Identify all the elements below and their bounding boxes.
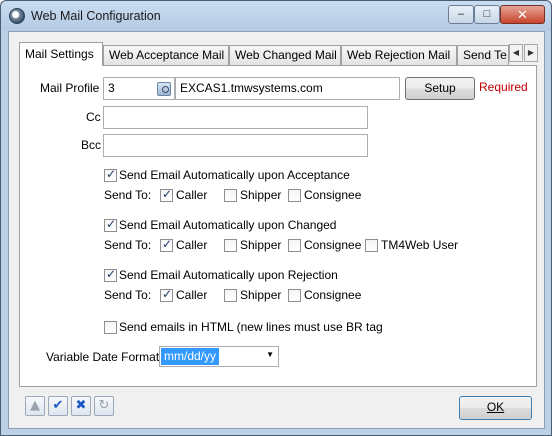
mail-profile-name-field[interactable]: EXCAS1.tmwsystems.com bbox=[175, 77, 400, 100]
lookup-icon[interactable] bbox=[157, 82, 171, 96]
changed-consignee-label: Consignee bbox=[304, 238, 362, 252]
move-up-icon[interactable]: ▲ bbox=[25, 396, 45, 416]
changed-caller-label: Caller bbox=[176, 238, 208, 252]
date-format-dropdown[interactable]: mm/dd/yy ▼ bbox=[159, 346, 279, 367]
tab-web-rejection-mail[interactable]: Web Rejection Mail bbox=[341, 45, 457, 65]
tab-web-changed-mail[interactable]: Web Changed Mail bbox=[229, 45, 341, 65]
changed-tm4web-user-checkbox[interactable] bbox=[365, 239, 378, 252]
refresh-icon[interactable]: ↻ bbox=[94, 396, 114, 416]
acceptance-shipper-label: Shipper bbox=[240, 188, 282, 202]
title-bar[interactable]: Web Mail Configuration – □ ✕ bbox=[1, 1, 551, 31]
rejection-send-to-label: Send To: bbox=[104, 288, 152, 302]
mail-settings-panel: Mail Profile 3 EXCAS1.tmwsystems.com Set… bbox=[19, 65, 537, 387]
rejection-consignee-checkbox[interactable] bbox=[288, 289, 301, 302]
save-icon[interactable]: ✔ bbox=[48, 396, 68, 416]
web-mail-configuration-window: Web Mail Configuration – □ ✕ Mail Settin… bbox=[0, 0, 552, 436]
changed-shipper-label: Shipper bbox=[240, 238, 282, 252]
acceptance-checkbox-label: Send Email Automatically upon Acceptance bbox=[119, 168, 350, 182]
tab-send-te[interactable]: Send Te bbox=[457, 45, 509, 65]
setup-button[interactable]: Setup bbox=[405, 77, 475, 100]
changed-caller-checkbox[interactable] bbox=[160, 237, 173, 252]
tab-scroll-left-icon[interactable]: ◀ bbox=[509, 44, 523, 62]
rejection-shipper-label: Shipper bbox=[240, 288, 282, 302]
close-button[interactable]: ✕ bbox=[500, 5, 545, 24]
acceptance-shipper-checkbox[interactable] bbox=[224, 189, 237, 202]
changed-send-to-label: Send To: bbox=[104, 238, 152, 252]
rejection-consignee-label: Consignee bbox=[304, 288, 362, 302]
tab-scroll-right-icon[interactable]: ▶ bbox=[524, 44, 538, 62]
app-icon bbox=[9, 8, 25, 24]
cc-field[interactable] bbox=[103, 106, 368, 129]
rejection-shipper-checkbox[interactable] bbox=[224, 289, 237, 302]
cancel-icon[interactable]: ✖ bbox=[71, 396, 91, 416]
minimize-button[interactable]: – bbox=[448, 5, 474, 24]
rejection-checkbox[interactable] bbox=[104, 267, 117, 282]
mail-profile-label: Mail Profile bbox=[40, 81, 100, 95]
date-format-label: Variable Date Format bbox=[46, 350, 160, 364]
acceptance-consignee-label: Consignee bbox=[304, 188, 362, 202]
acceptance-caller-label: Caller bbox=[176, 188, 208, 202]
required-indicator: Required bbox=[479, 80, 528, 94]
cc-label: Cc bbox=[86, 110, 101, 124]
dialog-client-area: Mail Settings Web Acceptance Mail Web Ch… bbox=[8, 31, 545, 429]
tab-web-acceptance-mail[interactable]: Web Acceptance Mail bbox=[103, 45, 229, 65]
changed-checkbox-label: Send Email Automatically upon Changed bbox=[119, 218, 337, 232]
html-emails-checkbox[interactable] bbox=[104, 321, 117, 334]
bcc-field[interactable] bbox=[103, 134, 368, 157]
changed-shipper-checkbox[interactable] bbox=[224, 239, 237, 252]
acceptance-consignee-checkbox[interactable] bbox=[288, 189, 301, 202]
acceptance-checkbox[interactable] bbox=[104, 167, 117, 182]
date-format-value: mm/dd/yy bbox=[161, 348, 220, 365]
ok-button[interactable]: OK bbox=[459, 396, 532, 420]
bcc-label: Bcc bbox=[81, 138, 102, 152]
changed-tm4web-user-label: TM4Web User bbox=[381, 238, 459, 252]
tab-mail-settings[interactable]: Mail Settings bbox=[19, 42, 103, 66]
tab-strip: Mail Settings Web Acceptance Mail Web Ch… bbox=[19, 42, 539, 66]
window-title: Web Mail Configuration bbox=[31, 9, 161, 23]
rejection-caller-label: Caller bbox=[176, 288, 208, 302]
html-emails-label: Send emails in HTML (new lines must use … bbox=[119, 320, 383, 334]
changed-consignee-checkbox[interactable] bbox=[288, 239, 301, 252]
rejection-caller-checkbox[interactable] bbox=[160, 287, 173, 302]
acceptance-send-to-label: Send To: bbox=[104, 188, 152, 202]
chevron-down-icon[interactable]: ▼ bbox=[266, 350, 274, 359]
rejection-checkbox-label: Send Email Automatically upon Rejection bbox=[119, 268, 338, 282]
maximize-button[interactable]: □ bbox=[474, 5, 500, 24]
acceptance-caller-checkbox[interactable] bbox=[160, 187, 173, 202]
changed-checkbox[interactable] bbox=[104, 217, 117, 232]
